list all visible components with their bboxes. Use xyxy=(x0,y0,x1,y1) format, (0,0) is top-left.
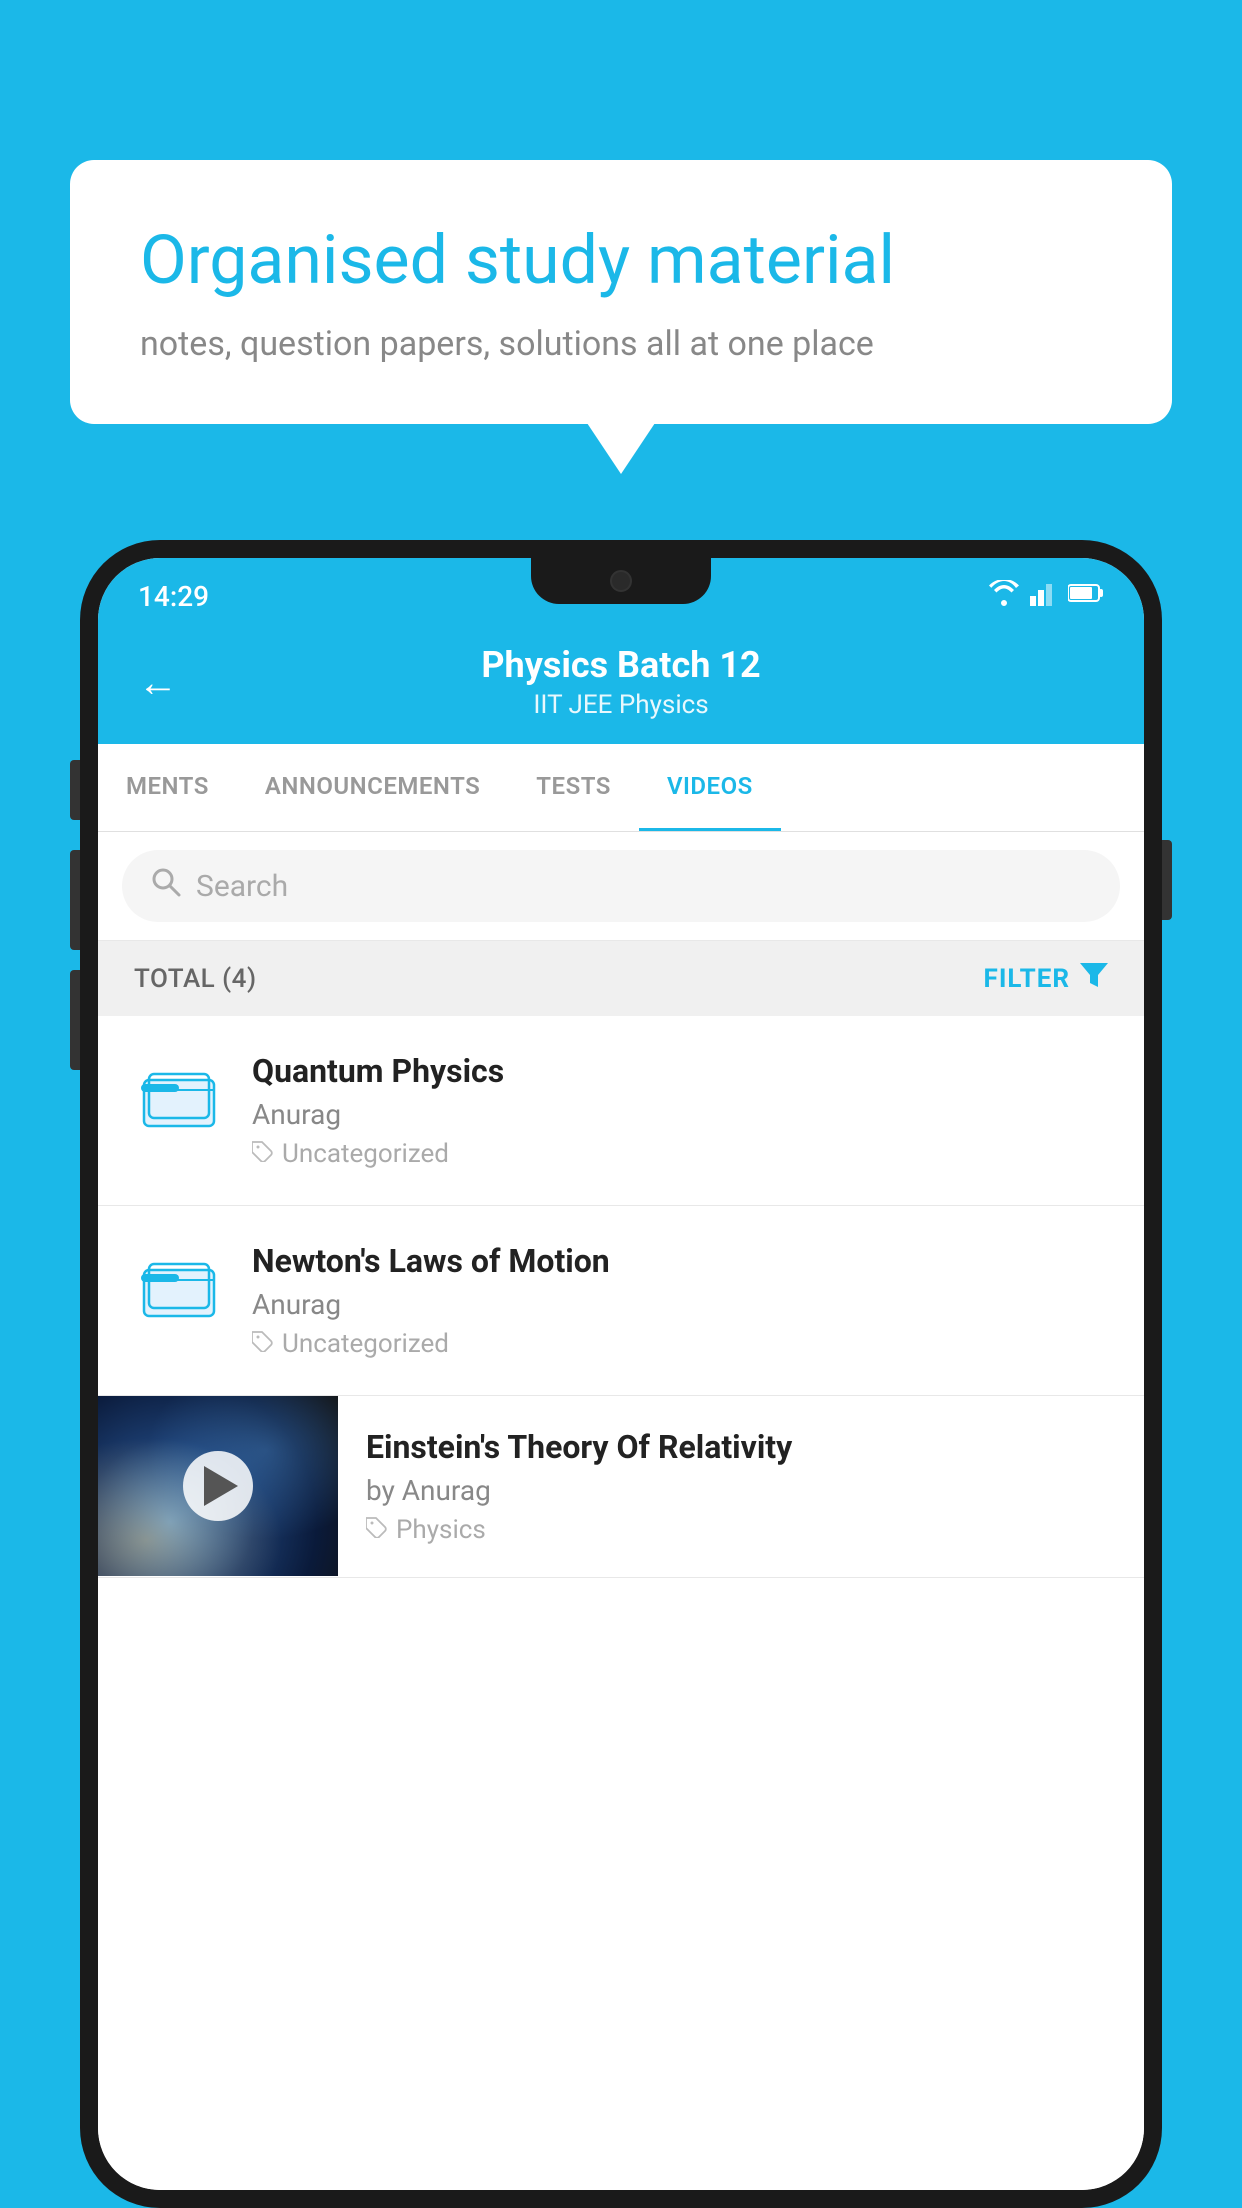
header-subtitle: IIT JEE Physics xyxy=(198,690,1044,720)
back-button[interactable]: ← xyxy=(138,659,178,706)
phone-mockup: 14:29 xyxy=(80,540,1162,2208)
status-icons xyxy=(988,580,1104,612)
play-button[interactable] xyxy=(183,1451,253,1521)
list-item[interactable]: Quantum Physics Anurag Uncategorized xyxy=(98,1016,1144,1206)
power-button xyxy=(1162,840,1172,920)
volume-up-button xyxy=(70,850,80,950)
folder-icon-wrapper xyxy=(134,1242,224,1332)
volume-down-button xyxy=(70,970,80,1070)
item-author: Anurag xyxy=(252,1288,1108,1321)
item-title: Newton's Laws of Motion xyxy=(252,1242,1108,1280)
phone-notch xyxy=(531,558,711,604)
bubble-subtitle: notes, question papers, solutions all at… xyxy=(140,324,1102,364)
video-info: Einstein's Theory Of Relativity by Anura… xyxy=(338,1396,1144,1577)
filter-bar: TOTAL (4) FILTER xyxy=(98,941,1144,1016)
phone-screen: 14:29 xyxy=(98,558,1144,2190)
search-icon xyxy=(150,866,182,906)
tab-videos[interactable]: VIDEOS xyxy=(639,744,781,831)
filter-button[interactable]: FILTER xyxy=(984,961,1108,996)
status-time: 14:29 xyxy=(138,580,209,613)
video-author: by Anurag xyxy=(366,1474,1116,1507)
total-count: TOTAL (4) xyxy=(134,964,257,994)
item-info: Quantum Physics Anurag Uncategorized xyxy=(252,1052,1108,1169)
tag-icon xyxy=(366,1515,388,1545)
header-title: Physics Batch 12 xyxy=(198,644,1044,686)
folder-icon xyxy=(139,1252,219,1322)
header-title-group: Physics Batch 12 IIT JEE Physics xyxy=(198,644,1044,720)
play-triangle xyxy=(204,1466,238,1506)
front-camera xyxy=(610,570,632,592)
filter-icon xyxy=(1080,961,1108,996)
phone-outer: 14:29 xyxy=(80,540,1162,2208)
side-button-1 xyxy=(70,760,80,820)
bubble-title: Organised study material xyxy=(140,220,1102,302)
item-tag: Uncategorized xyxy=(252,1329,1108,1359)
tab-announcements[interactable]: ANNOUNCEMENTS xyxy=(237,744,508,831)
tab-ments[interactable]: MENTS xyxy=(98,744,237,831)
content-list: Quantum Physics Anurag Uncategorized xyxy=(98,1016,1144,2190)
search-placeholder[interactable]: Search xyxy=(196,869,288,904)
video-thumbnail xyxy=(98,1396,338,1576)
tab-tests[interactable]: TESTS xyxy=(508,744,639,831)
item-title: Quantum Physics xyxy=(252,1052,1108,1090)
video-title: Einstein's Theory Of Relativity xyxy=(366,1428,1116,1466)
folder-icon xyxy=(139,1062,219,1132)
search-container: Search xyxy=(98,832,1144,941)
item-author: Anurag xyxy=(252,1098,1108,1131)
list-item-video[interactable]: Einstein's Theory Of Relativity by Anura… xyxy=(98,1396,1144,1578)
tag-icon xyxy=(252,1139,274,1169)
list-item[interactable]: Newton's Laws of Motion Anurag Uncategor… xyxy=(98,1206,1144,1396)
search-input-wrapper[interactable]: Search xyxy=(122,850,1120,922)
wifi-icon xyxy=(988,580,1020,612)
tabs-bar: MENTS ANNOUNCEMENTS TESTS VIDEOS xyxy=(98,744,1144,832)
video-tag: Physics xyxy=(366,1515,1116,1545)
item-info: Newton's Laws of Motion Anurag Uncategor… xyxy=(252,1242,1108,1359)
folder-icon-wrapper xyxy=(134,1052,224,1142)
filter-label: FILTER xyxy=(984,964,1070,994)
signal-icon xyxy=(1030,580,1058,612)
speech-bubble-card: Organised study material notes, question… xyxy=(70,160,1172,424)
speech-bubble-section: Organised study material notes, question… xyxy=(70,160,1172,424)
app-header: ← Physics Batch 12 IIT JEE Physics xyxy=(98,626,1144,744)
battery-icon xyxy=(1068,582,1104,610)
item-tag: Uncategorized xyxy=(252,1139,1108,1169)
tag-icon xyxy=(252,1329,274,1359)
